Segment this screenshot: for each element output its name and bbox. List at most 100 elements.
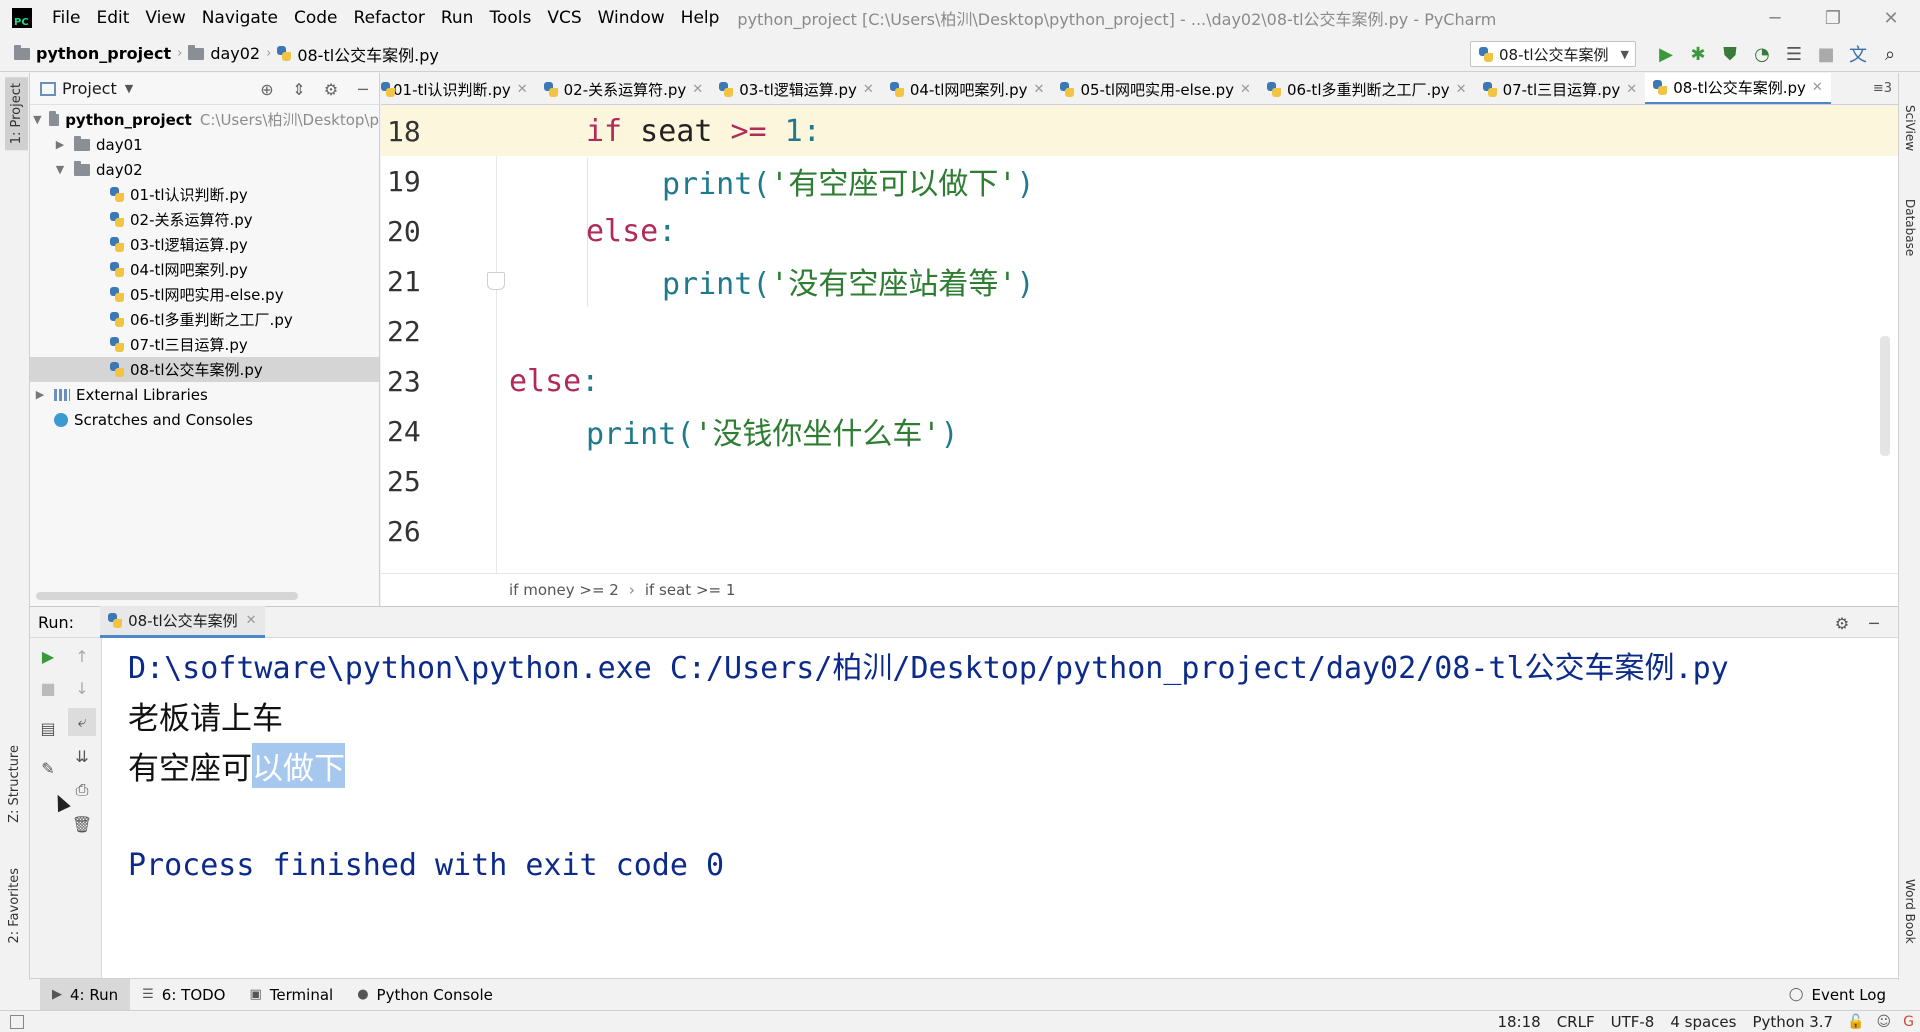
tree-file[interactable]: 06-tl多重判断之工厂.py [30,307,379,332]
tree-item-day01[interactable]: ▶ day01 [30,132,379,157]
project-tool-tab[interactable]: 1: Project [5,77,28,151]
menu-code[interactable]: Code [286,0,346,36]
tool-tab-event-log[interactable]: ◯ Event Log [1777,979,1898,1011]
chevron-down-icon[interactable]: ▼ [52,163,68,176]
tree-file[interactable]: 04-tl网吧案列.py [30,257,379,282]
close-icon[interactable]: ✕ [517,82,528,97]
scroll-to-end-icon[interactable]: ⇊ [68,742,96,770]
editor-tab[interactable]: 01-tl认识判断.py ✕ [381,73,536,104]
code-breadcrumb-item[interactable]: if seat >= 1 [645,581,736,599]
profile-icon[interactable]: ◔ [1746,36,1778,72]
chevron-right-icon[interactable]: ▶ [52,138,68,151]
google-icon[interactable]: G [1897,1014,1920,1030]
editor-scrollbar[interactable] [1880,336,1890,456]
chevron-down-icon[interactable]: ▼ [32,113,43,126]
menu-edit[interactable]: Edit [88,0,137,36]
editor-tab-active[interactable]: 08-tl公交车案例.py ✕ [1645,73,1831,104]
close-icon[interactable]: ✕ [1240,82,1251,97]
hide-icon[interactable]: ─ [1858,614,1890,633]
editor-tab[interactable]: 04-tl网吧案列.py ✕ [882,73,1053,104]
caret-position[interactable]: 18:18 [1489,1013,1548,1031]
database-tool-tab[interactable]: Database [1903,199,1917,256]
chevron-down-icon[interactable]: ▼ [125,82,133,95]
print-icon[interactable]: ⎙ [68,776,96,804]
coverage-icon[interactable]: ⛊ [1714,36,1746,72]
close-icon[interactable]: ✕ [1456,82,1467,97]
tree-file[interactable]: 01-tl认识判断.py [30,182,379,207]
menu-navigate[interactable]: Navigate [194,0,286,36]
layout-icon[interactable]: ▤ [34,714,62,742]
hide-icon[interactable]: ─ [347,80,379,99]
editor-tab[interactable]: 03-tl逻辑运算.py ✕ [711,73,882,104]
menu-run[interactable]: Run [433,0,482,36]
tree-file-selected[interactable]: 08-tl公交车案例.py [30,357,379,382]
python-interpreter[interactable]: Python 3.7 [1744,1013,1841,1031]
arrow-down-icon[interactable]: ↓ [68,674,96,702]
menu-window[interactable]: Window [590,0,673,36]
close-icon[interactable]: ✕ [1812,80,1823,95]
tree-item-external-libraries[interactable]: ▶ External Libraries [30,382,379,407]
menu-help[interactable]: Help [673,0,728,36]
toggle-tool-windows-icon[interactable] [10,1014,24,1029]
translate-icon[interactable]: 文 [1842,36,1874,72]
run-console[interactable]: D:\software\python\python.exe C:/Users/柏… [102,638,1898,978]
tabs-overflow-button[interactable]: ≡3 [1867,73,1898,104]
close-icon[interactable]: ✕ [1626,82,1637,97]
close-icon[interactable]: ✕ [863,82,874,97]
tool-tab-python-console[interactable]: ● Python Console [345,979,505,1011]
tool-tab-run[interactable]: ▶ 4: Run [40,978,131,1011]
lock-icon[interactable]: 🔓 [1841,1014,1870,1030]
structure-tool-tab[interactable]: Z: Structure [7,745,22,823]
stop-icon[interactable]: ■ [1810,36,1842,72]
nav-crumb-folder[interactable]: day02 [188,44,260,63]
indent-setting[interactable]: 4 spaces [1662,1013,1744,1031]
gear-icon[interactable]: ⚙ [315,80,347,99]
editor-tab[interactable]: 07-tl三目运算.py ✕ [1475,73,1646,104]
nav-crumb-project[interactable]: python_project [14,44,171,63]
tree-file[interactable]: 07-tl三目运算.py [30,332,379,357]
tree-file[interactable]: 03-tl逻辑运算.py [30,232,379,257]
gear-icon[interactable]: ⚙ [1826,614,1858,633]
sciview-tool-tab[interactable]: SciView [1903,105,1917,151]
soft-wrap-icon[interactable]: ⤶ [68,708,96,736]
close-icon[interactable]: ✕ [1034,82,1045,97]
file-encoding[interactable]: UTF-8 [1603,1013,1663,1031]
code-editor[interactable]: 18 if seat >= 1: 19 print('有空座可以做下') 20 … [381,106,1898,573]
wordbook-tool-tab[interactable]: Word Book [1903,879,1917,944]
menu-file[interactable]: File [44,0,88,36]
run-icon[interactable]: ▶ [1650,36,1682,72]
editor-tab[interactable]: 06-tl多重判断之工厂.py ✕ [1259,73,1475,104]
tool-tab-todo[interactable]: ☰ 6: TODO [130,979,237,1011]
tree-file[interactable]: 05-tl网吧实用-else.py [30,282,379,307]
chevron-right-icon[interactable]: ▶ [32,388,48,401]
favorites-tool-tab[interactable]: 2: Favorites [7,868,22,944]
fold-marker-icon[interactable] [487,272,505,290]
menu-tools[interactable]: Tools [481,0,539,36]
tree-item-scratches[interactable]: Scratches and Consoles [30,407,379,432]
trash-icon[interactable]: 🗑 [68,810,96,838]
pin-icon[interactable]: ✎ [34,754,62,782]
concurrency-icon[interactable]: ☰ [1778,36,1810,72]
close-icon[interactable]: ✕ [692,82,703,97]
close-icon[interactable]: ✕ [246,613,257,628]
code-breadcrumb-item[interactable]: if money >= 2 [509,581,619,599]
nav-crumb-file[interactable]: 08-tl公交车案例.py [277,42,439,66]
restore-icon[interactable]: ❐ [1804,0,1862,36]
search-icon[interactable]: ⌕ [1874,36,1906,72]
arrow-up-icon[interactable]: ↑ [68,642,96,670]
collapse-all-icon[interactable]: ⇕ [283,80,315,99]
tree-item-day02[interactable]: ▼ day02 [30,157,379,182]
menu-refactor[interactable]: Refactor [346,0,433,36]
inspector-icon[interactable]: ☺ [1871,1014,1898,1030]
menu-vcs[interactable]: VCS [539,0,589,36]
debug-icon[interactable]: ✱ [1682,36,1714,72]
horizontal-scrollbar[interactable] [36,592,298,600]
menu-view[interactable]: View [137,0,193,36]
rerun-icon[interactable]: ▶ [34,642,62,670]
run-configuration-select[interactable]: 08-tl公交车案例 ▼ [1470,41,1636,67]
locate-icon[interactable]: ⊕ [251,80,283,99]
project-panel-title[interactable]: Project [62,79,117,98]
run-tab[interactable]: 08-tl公交车案例 ✕ [100,606,265,638]
minimize-icon[interactable]: ─ [1746,0,1804,36]
tree-item-root[interactable]: ▼ python_project C:\Users\柏汌\Desktop\p [30,107,379,132]
